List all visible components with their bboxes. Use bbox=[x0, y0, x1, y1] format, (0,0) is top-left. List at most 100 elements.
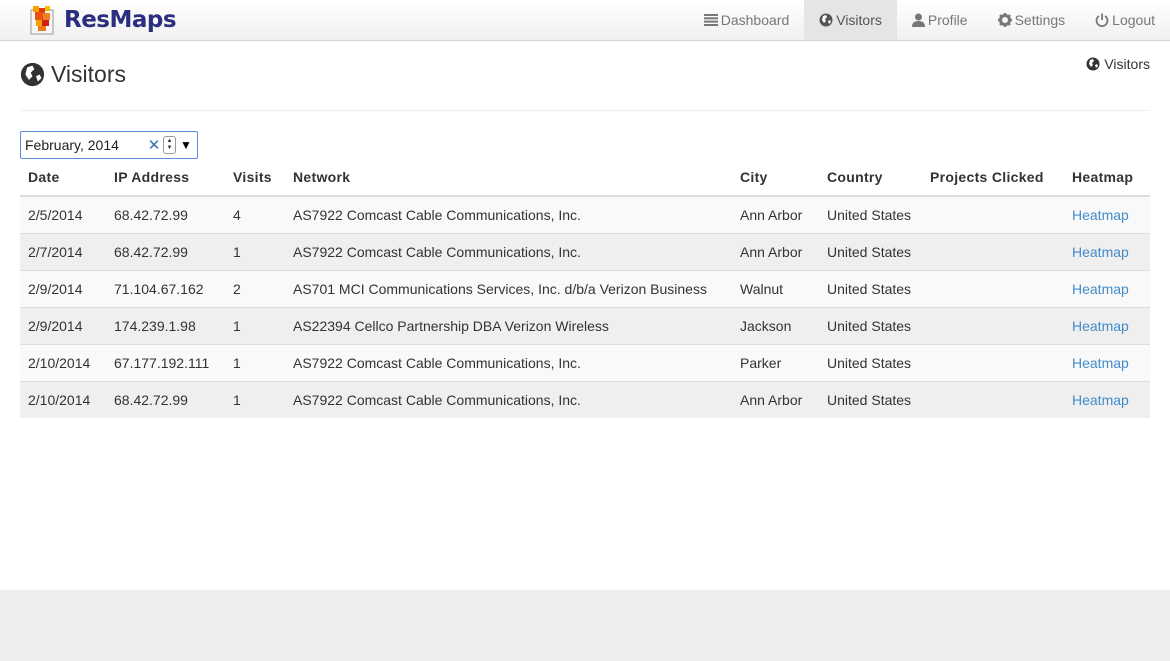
cell-projects bbox=[922, 232, 1064, 270]
nav-settings[interactable]: Settings bbox=[983, 0, 1081, 40]
power-icon bbox=[1095, 13, 1109, 27]
cell-projects bbox=[922, 380, 1064, 418]
col-header-heatmap[interactable]: Heatmap bbox=[1064, 159, 1150, 197]
cell-heatmap: Heatmap bbox=[1064, 306, 1150, 344]
globe-icon bbox=[819, 13, 833, 27]
cell-country: United States bbox=[819, 232, 922, 270]
nav-visitors[interactable]: Visitors bbox=[804, 0, 897, 40]
cell-city: Ann Arbor bbox=[732, 380, 819, 418]
cell-network: AS701 MCI Communications Services, Inc. … bbox=[285, 269, 732, 307]
table-row: 2/9/2014 71.104.67.162 2 AS701 MCI Commu… bbox=[20, 269, 1150, 307]
nav-profile-label: Profile bbox=[927, 12, 968, 28]
heatmap-link[interactable]: Heatmap bbox=[1072, 281, 1129, 297]
table-row: 2/7/2014 68.42.72.99 1 AS7922 Comcast Ca… bbox=[20, 232, 1150, 270]
cell-ip: 67.177.192.111 bbox=[106, 343, 225, 381]
cell-visits: 1 bbox=[225, 343, 285, 381]
cell-visits: 1 bbox=[225, 380, 285, 418]
heatmap-link[interactable]: Heatmap bbox=[1072, 318, 1129, 334]
month-picker-value[interactable]: February, 2014 bbox=[21, 137, 147, 153]
table-row: 2/10/2014 67.177.192.111 1 AS7922 Comcas… bbox=[20, 343, 1150, 381]
cell-projects bbox=[922, 195, 1064, 233]
table-row: 2/9/2014 174.239.1.98 1 AS22394 Cellco P… bbox=[20, 306, 1150, 344]
table-header-row: Date IP Address Visits Network City Coun… bbox=[20, 159, 1150, 197]
table-row: 2/10/2014 68.42.72.99 1 AS7922 Comcast C… bbox=[20, 380, 1150, 418]
nav-settings-label: Settings bbox=[1014, 12, 1066, 28]
col-header-ip[interactable]: IP Address bbox=[106, 159, 225, 197]
cell-network: AS22394 Cellco Partnership DBA Verizon W… bbox=[285, 306, 732, 344]
user-icon bbox=[911, 13, 925, 27]
nav-profile[interactable]: Profile bbox=[897, 0, 983, 40]
cell-country: United States bbox=[819, 195, 922, 233]
cell-ip: 68.42.72.99 bbox=[106, 195, 225, 233]
gear-icon bbox=[997, 13, 1012, 27]
list-icon bbox=[703, 14, 718, 26]
nav-dashboard-label: Dashboard bbox=[720, 12, 790, 28]
cell-city: Jackson bbox=[732, 306, 819, 344]
col-header-city[interactable]: City bbox=[732, 159, 819, 197]
nav-logout[interactable]: Logout bbox=[1080, 0, 1170, 40]
cell-ip: 68.42.72.99 bbox=[106, 232, 225, 270]
cell-country: United States bbox=[819, 380, 922, 418]
spin-up-icon[interactable]: ▲ bbox=[167, 138, 173, 145]
cell-ip: 71.104.67.162 bbox=[106, 269, 225, 307]
globe-icon bbox=[1086, 57, 1100, 71]
month-spinner[interactable]: ▲ ▼ bbox=[163, 136, 176, 154]
nav-visitors-label: Visitors bbox=[836, 12, 882, 28]
col-header-network[interactable]: Network bbox=[285, 159, 732, 197]
col-header-country[interactable]: Country bbox=[819, 159, 922, 197]
month-picker[interactable]: February, 2014 ✕ ▲ ▼ ▼ bbox=[20, 131, 198, 159]
brand-name: ResMaps bbox=[64, 7, 177, 33]
cell-country: United States bbox=[819, 306, 922, 344]
cell-network: AS7922 Comcast Cable Communications, Inc… bbox=[285, 195, 732, 233]
cell-visits: 4 bbox=[225, 195, 285, 233]
col-header-date[interactable]: Date bbox=[20, 159, 106, 197]
col-header-visits[interactable]: Visits bbox=[225, 159, 285, 197]
cell-heatmap: Heatmap bbox=[1064, 269, 1150, 307]
heatmap-link[interactable]: Heatmap bbox=[1072, 392, 1129, 408]
cell-visits: 1 bbox=[225, 232, 285, 270]
cell-date: 2/10/2014 bbox=[20, 380, 106, 418]
cell-network: AS7922 Comcast Cable Communications, Inc… bbox=[285, 343, 732, 381]
cell-date: 2/5/2014 bbox=[20, 195, 106, 233]
resmaps-logo-icon bbox=[28, 4, 60, 36]
cell-date: 2/10/2014 bbox=[20, 343, 106, 381]
brand[interactable]: ResMaps bbox=[28, 3, 177, 37]
nav-logout-label: Logout bbox=[1112, 12, 1155, 28]
cell-heatmap: Heatmap bbox=[1064, 343, 1150, 381]
heatmap-link[interactable]: Heatmap bbox=[1072, 244, 1129, 260]
cell-projects bbox=[922, 306, 1064, 344]
cell-date: 2/7/2014 bbox=[20, 232, 106, 270]
cell-projects bbox=[922, 269, 1064, 307]
cell-heatmap: Heatmap bbox=[1064, 232, 1150, 270]
top-navbar: ResMaps Dashboard Visitors Profile Setti… bbox=[0, 0, 1170, 41]
page-footer bbox=[0, 590, 1170, 661]
cell-network: AS7922 Comcast Cable Communications, Inc… bbox=[285, 232, 732, 270]
visitors-table: Date IP Address Visits Network City Coun… bbox=[20, 159, 1150, 418]
cell-city: Walnut bbox=[732, 269, 819, 307]
cell-city: Parker bbox=[732, 343, 819, 381]
heatmap-link[interactable]: Heatmap bbox=[1072, 207, 1129, 223]
cell-date: 2/9/2014 bbox=[20, 269, 106, 307]
globe-icon bbox=[20, 62, 45, 87]
cell-country: United States bbox=[819, 343, 922, 381]
breadcrumb: Visitors bbox=[1086, 56, 1150, 72]
cell-ip: 68.42.72.99 bbox=[106, 380, 225, 418]
col-header-projects[interactable]: Projects Clicked bbox=[922, 159, 1064, 197]
clear-icon[interactable]: ✕ bbox=[147, 136, 161, 154]
nav-dashboard[interactable]: Dashboard bbox=[689, 0, 805, 40]
cell-projects bbox=[922, 343, 1064, 381]
cell-ip: 174.239.1.98 bbox=[106, 306, 225, 344]
dropdown-arrow-icon[interactable]: ▼ bbox=[180, 138, 192, 152]
page-header: Visitors Visitors bbox=[20, 56, 1150, 111]
cell-city: Ann Arbor bbox=[732, 195, 819, 233]
spin-down-icon[interactable]: ▼ bbox=[167, 145, 173, 152]
table-row: 2/5/2014 68.42.72.99 4 AS7922 Comcast Ca… bbox=[20, 195, 1150, 233]
cell-visits: 2 bbox=[225, 269, 285, 307]
heatmap-link[interactable]: Heatmap bbox=[1072, 355, 1129, 371]
cell-visits: 1 bbox=[225, 306, 285, 344]
cell-country: United States bbox=[819, 269, 922, 307]
page-title-text: Visitors bbox=[51, 61, 126, 87]
breadcrumb-text: Visitors bbox=[1104, 56, 1150, 72]
page-title: Visitors bbox=[20, 61, 126, 88]
cell-city: Ann Arbor bbox=[732, 232, 819, 270]
